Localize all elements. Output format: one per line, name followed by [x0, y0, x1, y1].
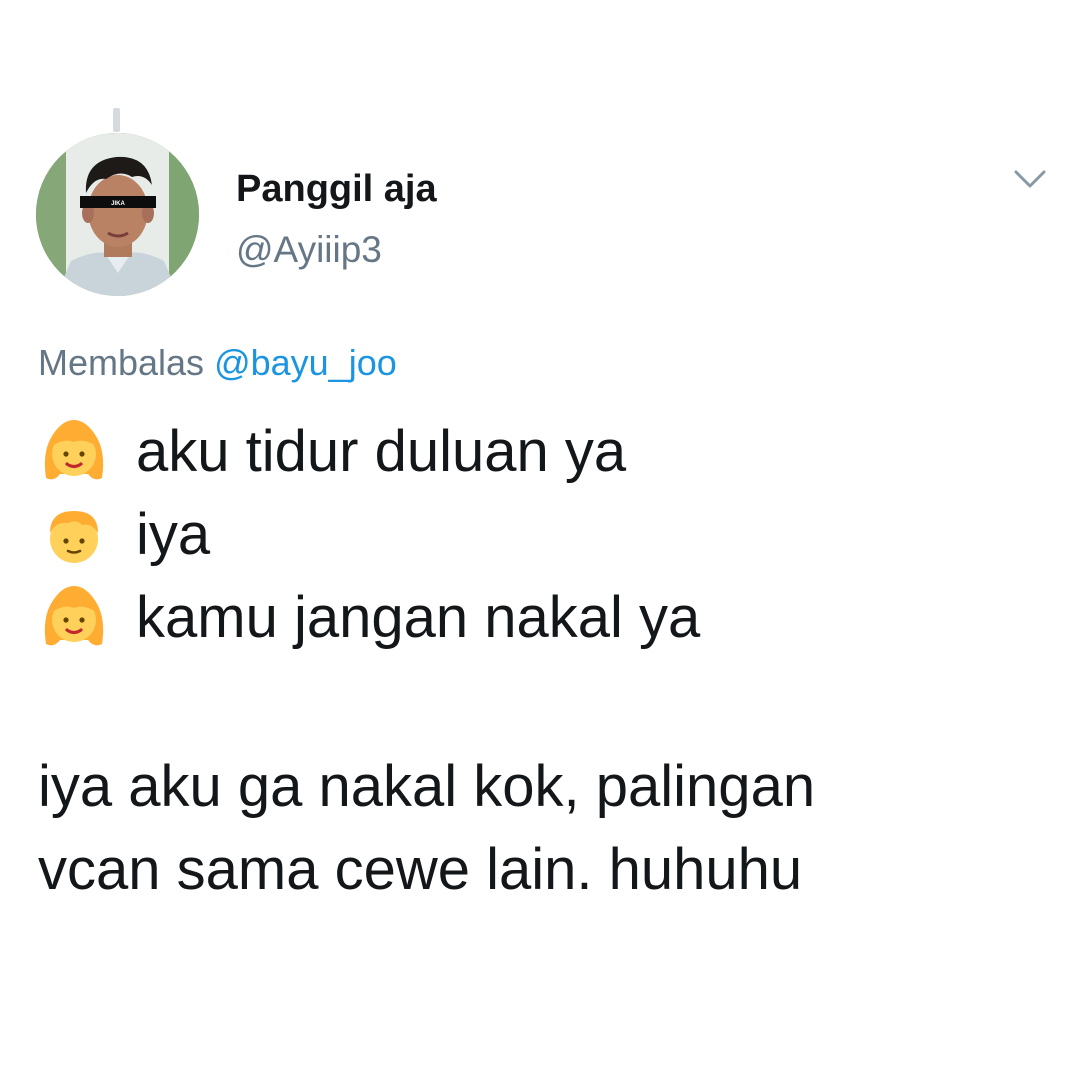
dialog-line: aku tidur duluan ya [38, 412, 626, 492]
boy-emoji-icon [50, 511, 98, 563]
dialog-line: kamu jangan nakal ya [38, 578, 700, 658]
dialog-line: iya [38, 495, 210, 575]
display-name[interactable]: Panggil aja [236, 168, 437, 210]
tweet-body-line: iya aku ga nakal kok, palingan [38, 754, 816, 819]
dialog-text: kamu jangan nakal ya [136, 585, 701, 650]
tweet-menu-button[interactable] [1010, 162, 1050, 196]
tweet-screenshot: JIKA Panggil aja @Ayiiip3 Membalas @bayu… [0, 0, 1080, 1080]
girl-emoji-icon [44, 586, 104, 646]
avatar-image: JIKA [36, 133, 199, 296]
user-handle[interactable]: @Ayiiip3 [236, 229, 382, 271]
reply-prefix: Membalas [38, 342, 215, 383]
dialog-text: iya [136, 502, 211, 567]
tweet-body-line: vcan sama cewe lain. huhuhu [38, 837, 803, 902]
reply-context: Membalas @bayu_joo [38, 341, 397, 385]
thread-connector-line [113, 108, 120, 132]
avatar-bar-text: JIKA [111, 201, 125, 207]
reply-mention-link[interactable]: @bayu_joo [214, 342, 397, 383]
chevron-down-icon [1014, 170, 1046, 188]
avatar[interactable]: JIKA [36, 133, 199, 296]
dialog-text: aku tidur duluan ya [136, 419, 627, 484]
girl-emoji-icon [44, 420, 104, 480]
